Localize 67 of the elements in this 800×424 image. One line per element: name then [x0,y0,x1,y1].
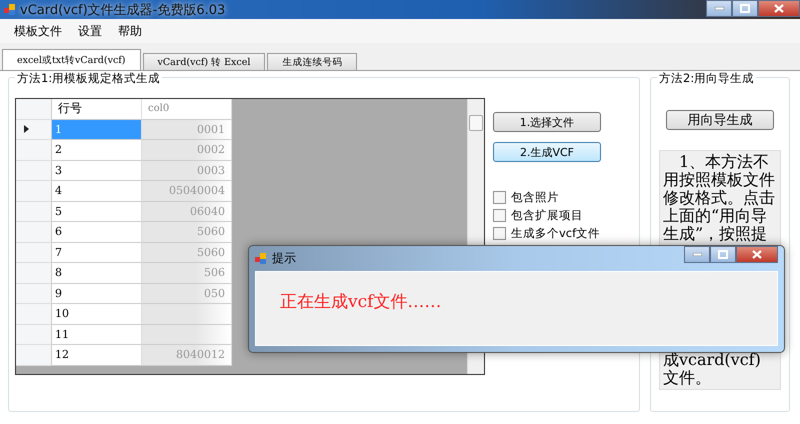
help-text: 上面的“用向导 [663,207,768,225]
blurred-cell: 05040004 [142,181,232,202]
minimize-button[interactable] [684,246,710,263]
group-title: 方法1:用模板规定格式生成 [15,71,162,86]
help-text: 成vcard(vcf) [663,351,762,369]
close-button[interactable] [758,0,800,17]
help-text: 用按照模板文件 [663,171,776,189]
checkbox-label: 生成多个vcf文件 [511,226,600,241]
window-title: vCard(vcf)文件生成器-免费版6.03 [20,2,226,18]
blurred-cell: 0002 [142,140,232,160]
checkbox[interactable] [493,227,506,240]
dialog-title: 提示 [272,250,296,267]
row-header[interactable] [16,120,52,140]
minimize-button[interactable] [706,0,732,17]
close-icon [752,250,762,259]
table-cell: 9 [52,284,142,304]
table-cell: 10 [52,304,142,324]
checkbox[interactable] [493,209,506,222]
tab[interactable]: vCard(vcf) 转 Excel [142,53,266,70]
table-cell: 5 [52,202,142,222]
blurred-cell: 5060 [142,222,232,242]
app-icon [255,252,267,264]
help-text: 修改格式。点击 [663,189,776,207]
close-button[interactable] [736,246,778,263]
help-text: 1、本方法不 [678,153,770,171]
checkbox-label: 包含照片 [511,190,559,205]
group-title: 方法2:用向导生成 [657,71,756,86]
wizard-button[interactable]: 用向导生成 [666,110,774,130]
blurred-cell: 8040012 [142,345,232,366]
blurred-cell: 5060 [142,242,232,263]
table-cell: 8 [52,263,142,284]
maximize-button[interactable] [732,0,758,17]
table-cell: 1 [52,120,142,140]
table-cell: 2 [52,140,142,160]
blurred-cell: 06040 [142,202,232,222]
checkbox[interactable] [493,191,506,204]
blurred-cell: 050 [142,284,232,304]
table-cell: 11 [52,324,142,345]
close-icon [774,4,784,13]
table-cell: 12 [52,345,142,366]
minimize-icon [692,253,702,256]
action-button[interactable]: 2.生成VCF [493,142,601,162]
blurred-cell: 506 [142,263,232,284]
column-header[interactable]: col0 [142,99,232,120]
table-cell: 7 [52,242,142,263]
action-button[interactable]: 1.选择文件 [493,112,601,132]
tab[interactable]: excel或txt转vCard(vcf) [2,49,140,70]
maximize-icon [718,250,728,259]
help-text: 文件。 [663,369,712,387]
menu-item[interactable]: 设置 [70,22,110,40]
table-cell: 4 [52,181,142,202]
blurred-cell: 0001 [142,120,232,140]
checkbox-label: 包含扩展项目 [511,208,583,223]
column-header[interactable]: 行号 [52,99,142,120]
tab[interactable]: 生成连续号码 [267,53,358,70]
minimize-icon [714,7,724,10]
help-text: 生成”，按照提 [663,225,768,243]
menu-item[interactable]: 帮助 [110,22,150,40]
menu-item[interactable]: 模板文件 [6,22,70,40]
table-cell: 3 [52,160,142,181]
table-cell: 6 [52,222,142,242]
status-message: 正在生成vcf文件…… [280,291,442,313]
maximize-button[interactable] [710,246,736,263]
maximize-icon [740,4,750,13]
corner-header [16,99,52,120]
blurred-cell: 0003 [142,160,232,181]
app-icon [4,4,16,16]
